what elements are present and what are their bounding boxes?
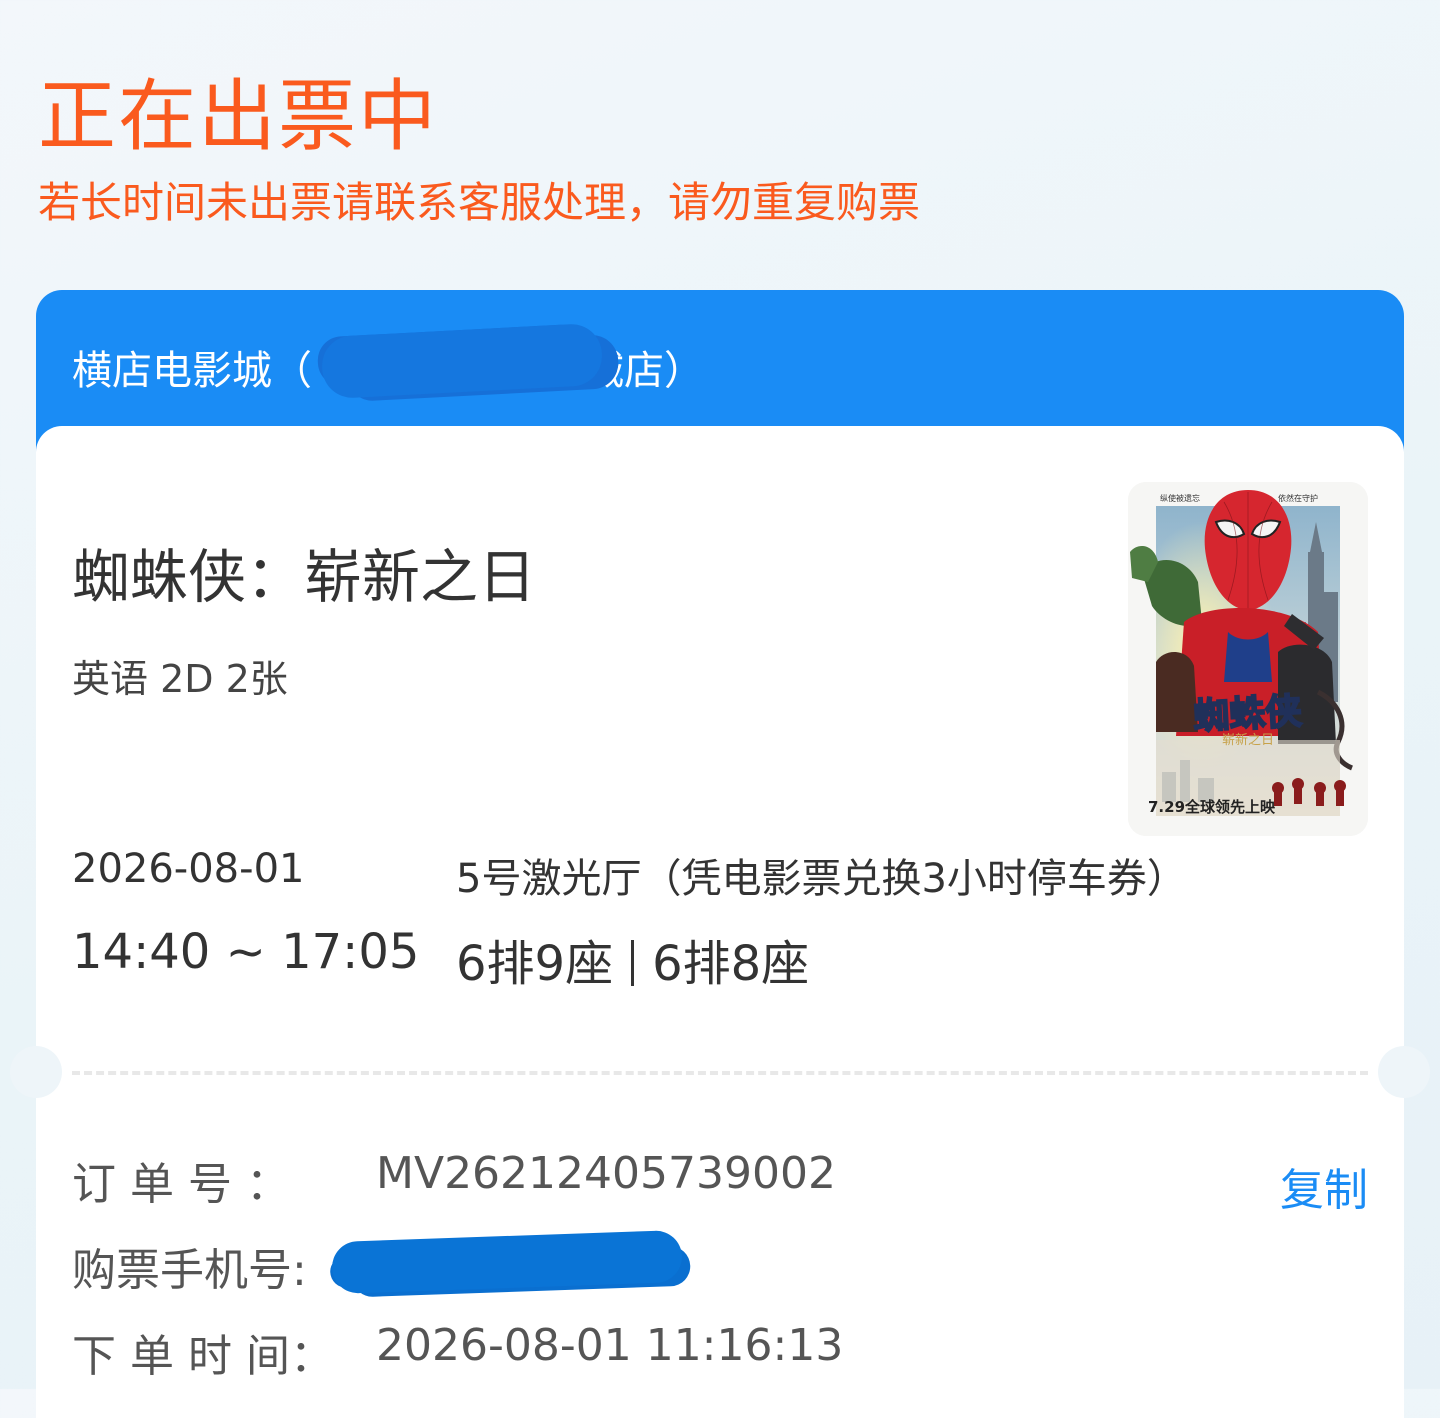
order-time: 2026-08-01 11:16:13 xyxy=(376,1320,844,1371)
seat-divider xyxy=(631,940,635,986)
status-title: 正在出票中 xyxy=(38,72,439,162)
poster-title: 蜘蛛侠 xyxy=(1192,691,1303,738)
redaction-scribble xyxy=(331,1229,683,1295)
dashed-divider xyxy=(72,1071,1368,1075)
show-time: 14:40 ~ 17:05 xyxy=(72,924,420,980)
movie-poster: 纵使被遗忘 依然在守护 蜘蛛侠 崭新之日 7.29全球领先上映 xyxy=(1128,482,1368,836)
order-number: MV26212405739002 xyxy=(376,1148,836,1199)
copy-order-button[interactable]: 复制 xyxy=(1280,1154,1368,1218)
ticket-notch-right xyxy=(1378,1046,1430,1098)
poster-release: 7.29全球领先上映 xyxy=(1148,798,1276,816)
hall-name: 5号激光厅（凭电影票兑换3小时停车券） xyxy=(456,856,1187,902)
show-date: 2026-08-01 xyxy=(72,846,305,892)
seat: 6排9座 xyxy=(456,936,614,992)
order-number-label: 订 单 号 ： xyxy=(72,1159,290,1210)
ticket-card: 横店电影城（ 城店） 蜘蛛侠：崭新之日 英语 2D 2张 纵使被遗忘 依然在守护… xyxy=(10,290,1430,1418)
poster-tagline-left: 纵使被遗忘 xyxy=(1160,493,1200,503)
poster-tagline-right: 依然在守护 xyxy=(1278,493,1318,503)
ticket-notch-left xyxy=(10,1046,62,1098)
ticket-details: 蜘蛛侠：崭新之日 英语 2D 2张 纵使被遗忘 依然在守护 蜘蛛侠 崭新之日 7… xyxy=(36,426,1404,1046)
order-info: 订 单 号 ： MV26212405739002 复制 购票手机号: 下 单 时… xyxy=(36,1098,1404,1418)
seat: 6排8座 xyxy=(652,936,810,992)
movie-title: 蜘蛛侠：崭新之日 xyxy=(72,543,537,611)
phone-label: 购票手机号: xyxy=(72,1245,307,1296)
seat-list: 6排9座 6排8座 xyxy=(456,924,809,994)
ticket-perforation xyxy=(10,1046,1430,1098)
movie-meta: 英语 2D 2张 xyxy=(72,657,288,701)
poster-subtitle: 崭新之日 xyxy=(1222,732,1274,748)
status-subtitle: 若长时间未出票请联系客服处理，请勿重复购票 xyxy=(38,178,921,227)
order-time-label: 下 单 时 间： xyxy=(72,1331,334,1382)
